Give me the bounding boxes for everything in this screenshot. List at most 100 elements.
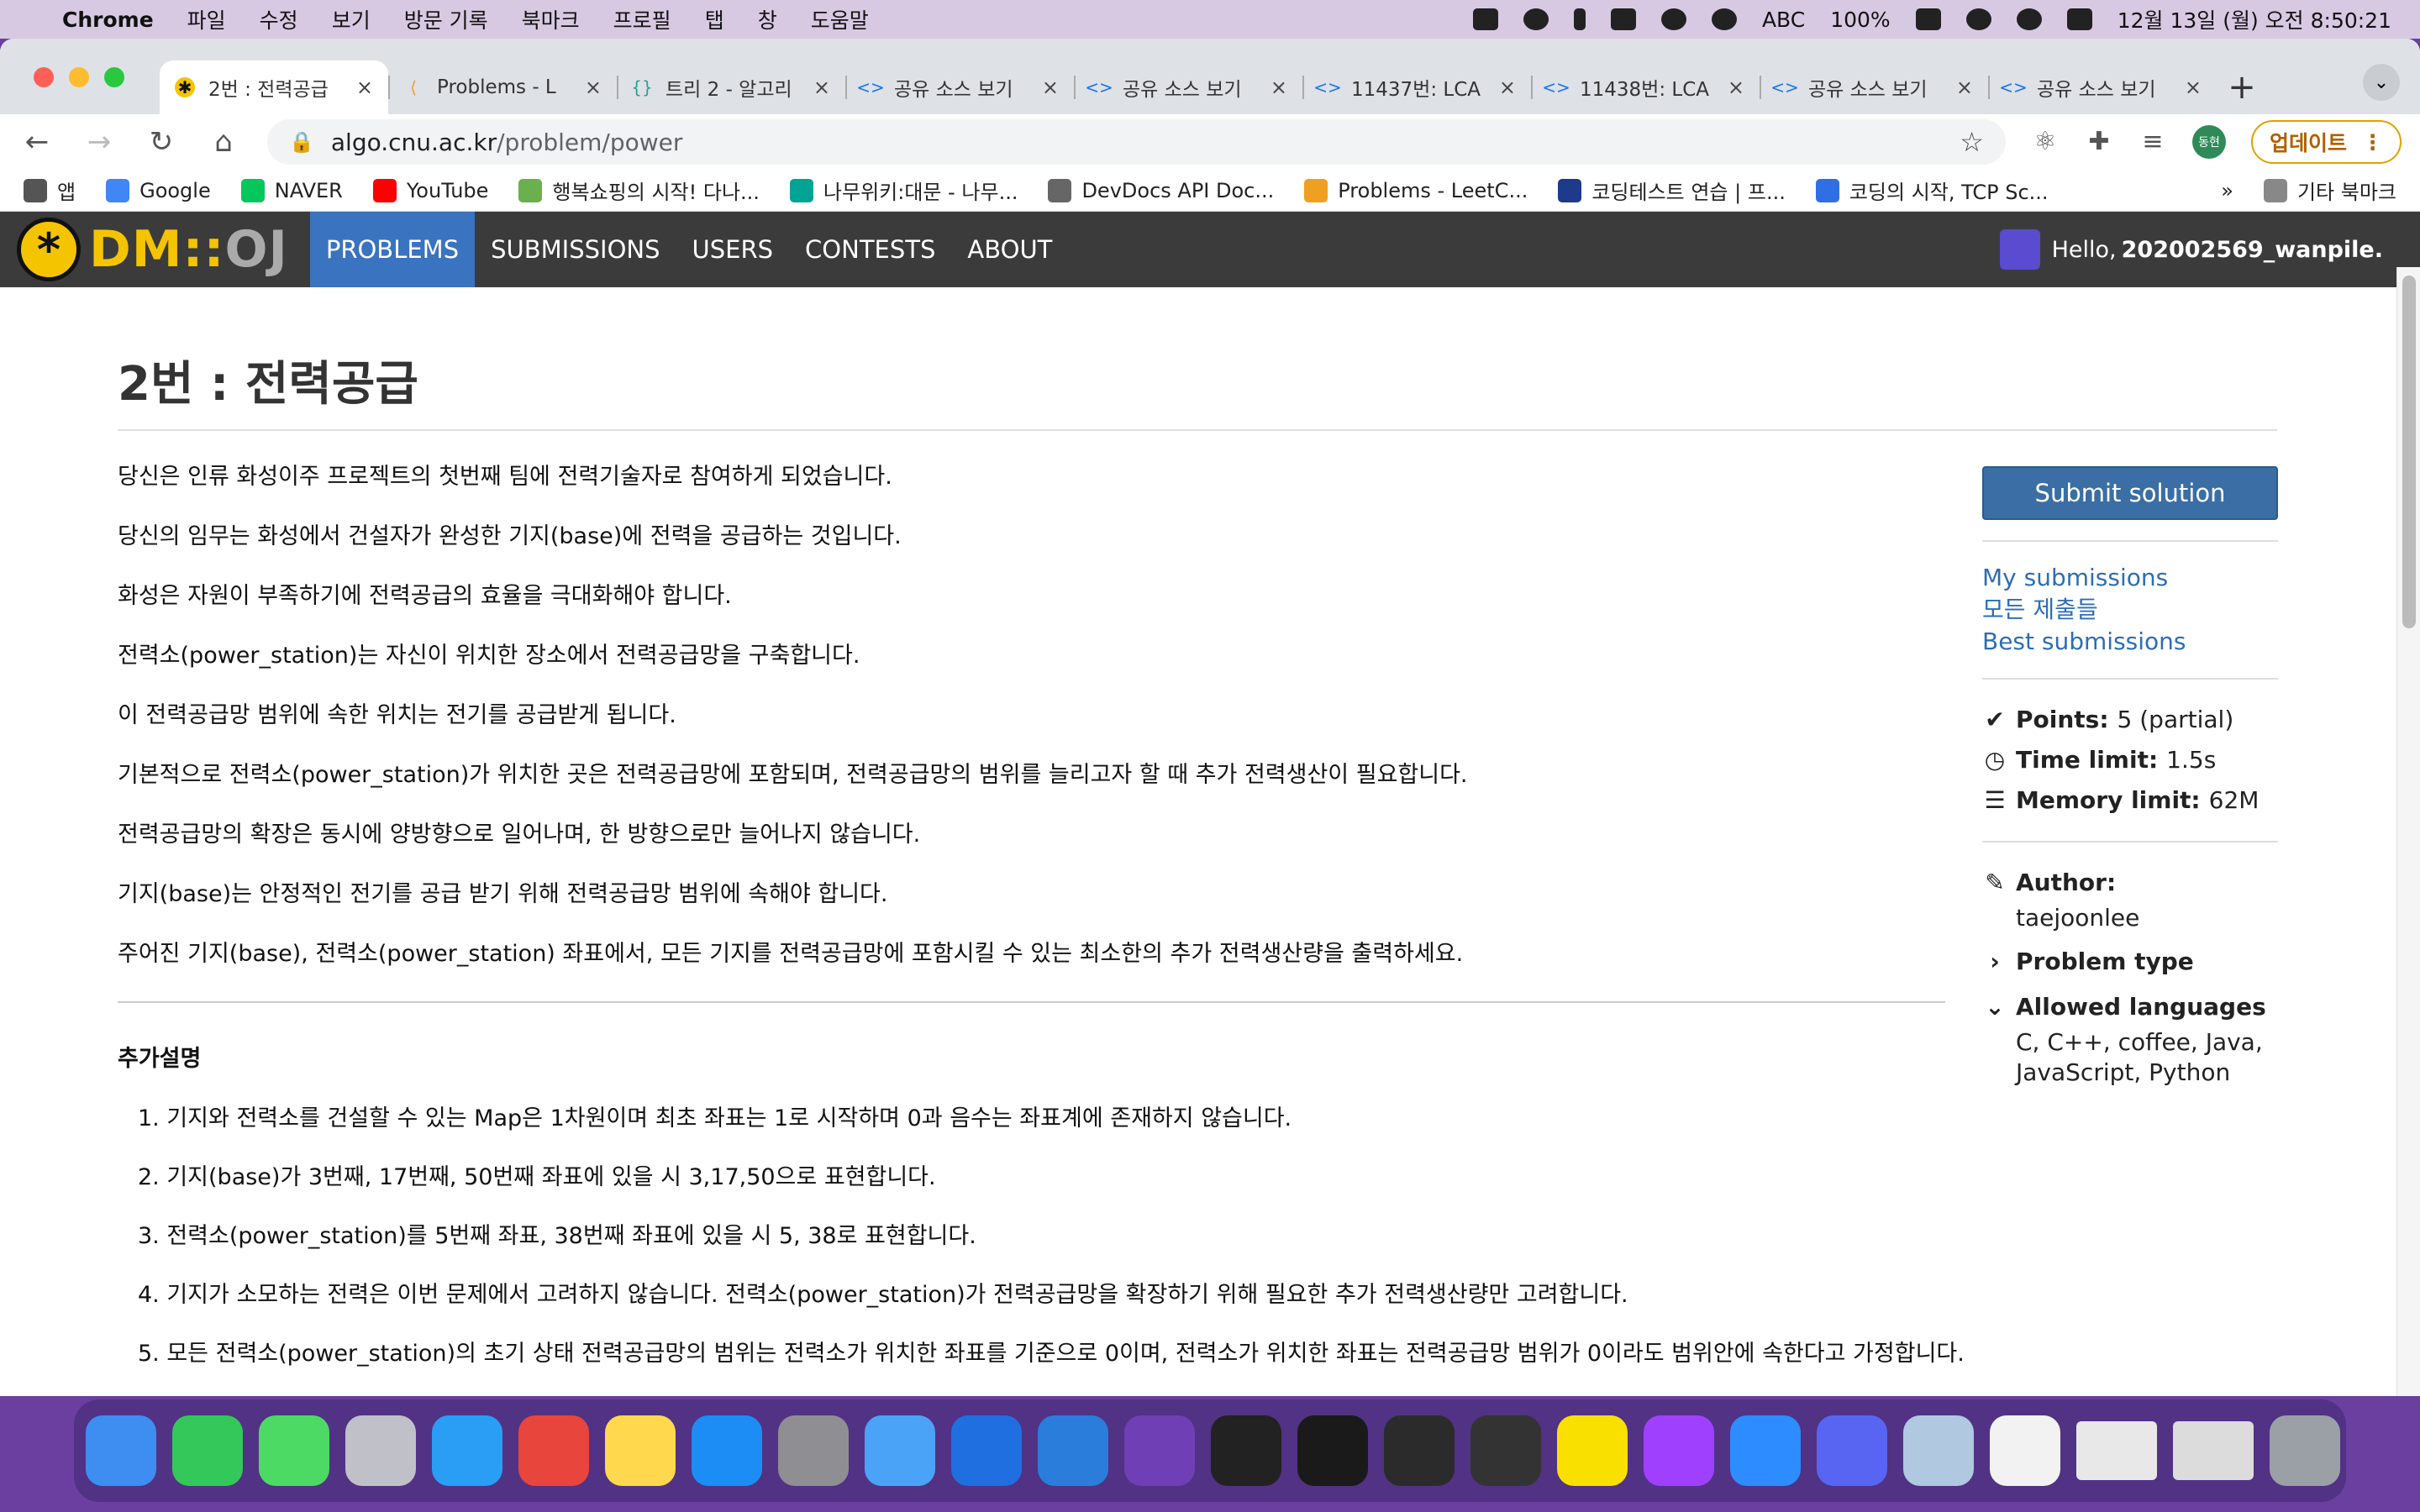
nav-problems[interactable]: PROBLEMS	[309, 212, 476, 287]
bookmark-item[interactable]: 코딩테스트 연습 | 프...	[1558, 176, 1786, 205]
bookmark-item[interactable]: Google	[106, 178, 211, 202]
minimize-window-button[interactable]	[69, 67, 89, 87]
close-tab-icon[interactable]: ×	[356, 76, 373, 99]
forward-icon[interactable]: →	[81, 125, 118, 159]
github-desktop-icon[interactable]	[1124, 1415, 1195, 1486]
extensions-puzzle-icon[interactable]: ✚	[2085, 128, 2113, 156]
browser-tab[interactable]: <> 11438번: LCA ×	[1531, 60, 1760, 114]
all-submissions-link[interactable]: 모든 제출들	[1982, 594, 2278, 626]
close-tab-icon[interactable]: ×	[2185, 76, 2202, 99]
airdrop-icon[interactable]	[1660, 8, 1686, 30]
messenger-icon[interactable]	[1644, 1415, 1714, 1486]
menu-bookmarks[interactable]: 북마크	[522, 4, 580, 34]
browser-tab[interactable]: <> 공유 소스 보기 ×	[1760, 60, 1988, 114]
chat-bubble-icon[interactable]	[1523, 8, 1549, 30]
address-bar[interactable]: 🔒 algo.cnu.ac.kr/problem/power ☆	[267, 119, 2006, 165]
close-window-button[interactable]	[34, 67, 54, 87]
bookmark-item[interactable]: DevDocs API Doc...	[1048, 178, 1274, 202]
nav-about[interactable]: ABOUT	[951, 212, 1068, 287]
my-submissions-link[interactable]: My submissions	[1982, 562, 2278, 594]
vscode-icon[interactable]	[1038, 1415, 1108, 1486]
scrollbar-thumb[interactable]	[2402, 276, 2416, 628]
dmoj-logo[interactable]: * DM::OJ	[17, 212, 288, 287]
browser-tab[interactable]: <> 11437번: LCA ×	[1302, 60, 1531, 114]
browser-tab[interactable]: ⟨ Problems - L ×	[388, 60, 617, 114]
menu-profiles[interactable]: 프로필	[613, 4, 671, 34]
bookmarks-overflow-button[interactable]: »	[2221, 179, 2233, 202]
profile-avatar[interactable]: 동현	[2191, 125, 2226, 159]
mail-icon[interactable]	[865, 1415, 935, 1486]
iterm-icon[interactable]	[1297, 1415, 1368, 1486]
reload-icon[interactable]: ↻	[143, 125, 180, 159]
activity-monitor-icon[interactable]	[1384, 1415, 1455, 1486]
browser-tab[interactable]: <> 공유 소스 보기 ×	[1074, 60, 1302, 114]
bookmark-item[interactable]: Problems - LeetC...	[1304, 178, 1528, 202]
close-tab-icon[interactable]: ×	[1956, 76, 1973, 99]
menubar-clock[interactable]: 12월 13일 (월) 오전 8:50:21	[2118, 4, 2391, 34]
bookmark-item[interactable]: NAVER	[240, 178, 343, 202]
launchpad-icon[interactable]	[345, 1415, 416, 1486]
notes-icon[interactable]	[605, 1415, 676, 1486]
other-bookmarks[interactable]: 기타 북마크	[2263, 176, 2396, 205]
close-tab-icon[interactable]: ×	[1499, 76, 1516, 99]
update-button[interactable]: 업데이트 ⋮	[2250, 120, 2402, 164]
kakaotalk-icon[interactable]	[1557, 1415, 1628, 1486]
bookmark-item[interactable]: 코딩의 시작, TCP Sc...	[1815, 176, 2049, 205]
author-name[interactable]: taejoonlee	[1982, 903, 2278, 933]
app-name-menu[interactable]: Chrome	[62, 8, 154, 32]
bookmark-item[interactable]: YouTube	[372, 178, 488, 202]
bookmark-item[interactable]: 나무위키:대문 - 나무...	[789, 176, 1018, 205]
zoom-icon[interactable]	[1730, 1415, 1801, 1486]
close-tab-icon[interactable]: ×	[1042, 76, 1059, 99]
menu-view[interactable]: 보기	[332, 4, 371, 34]
zoom-window-button[interactable]	[104, 67, 124, 87]
back-icon[interactable]: ←	[18, 125, 55, 159]
close-tab-icon[interactable]: ×	[585, 76, 602, 99]
system-preferences-icon[interactable]	[778, 1415, 849, 1486]
media-queue-icon[interactable]: ≡	[2139, 128, 2167, 156]
battery-icon[interactable]	[1915, 8, 1941, 30]
browser-tab[interactable]: <> 공유 소스 보기 ×	[1988, 60, 2217, 114]
menu-edit[interactable]: 수정	[260, 4, 298, 34]
control-center-icon[interactable]	[2066, 8, 2092, 30]
close-tab-icon[interactable]: ×	[813, 76, 830, 99]
media-play-icon[interactable]	[1711, 8, 1737, 30]
problem-type-toggle[interactable]: › Problem type	[1982, 942, 2278, 982]
bookmark-item[interactable]: 행복쇼핑의 시작! 다나...	[518, 176, 760, 205]
new-tab-button[interactable]: +	[2217, 60, 2267, 114]
app-store-icon[interactable]	[692, 1415, 762, 1486]
window-thumbnail-icon[interactable]	[2076, 1421, 2157, 1480]
menu-help[interactable]: 도움말	[811, 4, 869, 34]
menu-tab[interactable]: 탭	[705, 4, 724, 34]
tab-search-button[interactable]: ⌄	[2363, 64, 2400, 101]
user-icon[interactable]	[2016, 8, 2042, 30]
page-scrollbar[interactable]	[2396, 267, 2420, 1396]
react-devtools-icon[interactable]: ⚛	[2031, 128, 2060, 156]
close-tab-icon[interactable]: ×	[1270, 76, 1287, 99]
nav-users[interactable]: USERS	[676, 212, 790, 287]
bookmark-star-icon[interactable]: ☆	[1960, 126, 1984, 158]
window-manager-icon[interactable]	[1472, 8, 1498, 30]
discord-icon[interactable]	[1817, 1415, 1887, 1486]
terminal-icon[interactable]	[1211, 1415, 1281, 1486]
menu-window[interactable]: 창	[758, 4, 777, 34]
user-avatar[interactable]	[1999, 229, 2040, 270]
trash-icon[interactable]	[2270, 1415, 2340, 1486]
nav-contests[interactable]: CONTESTS	[789, 212, 951, 287]
lock-icon[interactable]: 🔒	[289, 130, 314, 154]
battery-percent[interactable]: 100%	[1830, 8, 1890, 32]
mute-icon[interactable]	[1610, 8, 1636, 30]
chrome-icon[interactable]	[518, 1415, 589, 1486]
user-menu[interactable]: Hello, 202002569_wanpile.	[1999, 212, 2420, 287]
wifi-icon[interactable]	[1965, 8, 1991, 30]
finder-icon[interactable]	[86, 1415, 156, 1486]
input-source[interactable]: ABC	[1762, 8, 1805, 32]
messages-icon[interactable]	[259, 1415, 329, 1486]
resize-arrows-icon[interactable]	[1573, 8, 1586, 30]
facetime-icon[interactable]	[172, 1415, 243, 1486]
home-icon[interactable]: ⌂	[205, 125, 242, 159]
submit-solution-button[interactable]: Submit solution	[1982, 466, 2278, 520]
allowed-languages-toggle[interactable]: ⌄ Allowed languages	[1982, 987, 2278, 1027]
close-tab-icon[interactable]: ×	[1728, 76, 1744, 99]
xcode-icon[interactable]	[951, 1415, 1022, 1486]
